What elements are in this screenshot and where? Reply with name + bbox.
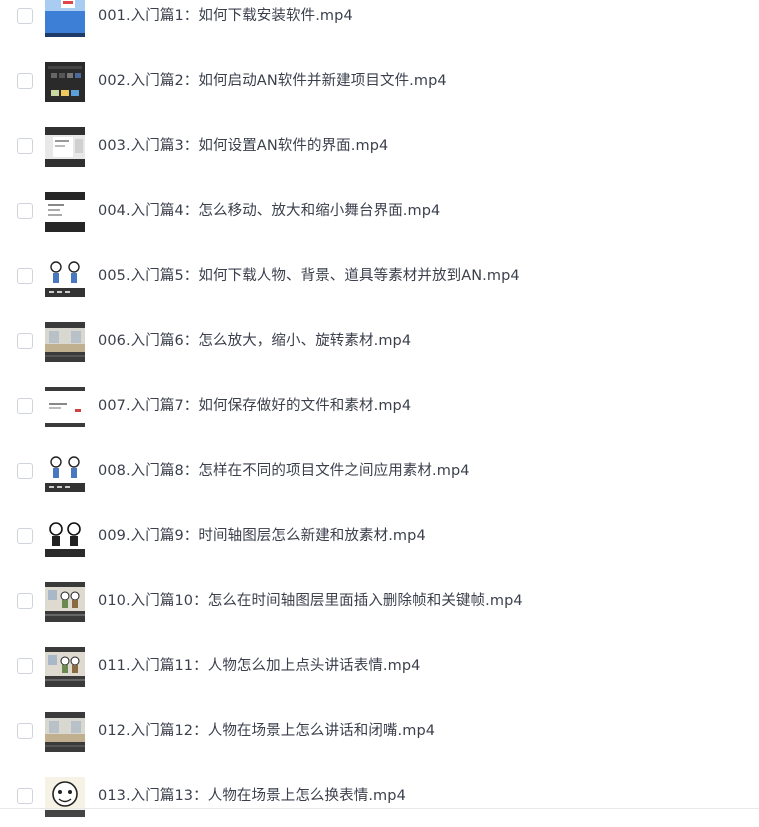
video-thumbnail[interactable]: [45, 62, 85, 102]
file-row[interactable]: 002.入门篇2：如何启动AN软件并新建项目文件.mp4: [0, 47, 759, 112]
video-thumbnail[interactable]: [45, 712, 85, 752]
file-name[interactable]: 002.入门篇2：如何启动AN软件并新建项目文件.mp4: [98, 72, 447, 90]
file-name[interactable]: 013.入门篇13：人物在场景上怎么换表情.mp4: [98, 787, 406, 805]
file-row[interactable]: 005.入门篇5：如何下载人物、背景、道具等素材并放到AN.mp4: [0, 242, 759, 307]
file-name[interactable]: 004.入门篇4：怎么移动、放大和缩小舞台界面.mp4: [98, 202, 440, 220]
file-name[interactable]: 012.入门篇12：人物在场景上怎么讲话和闭嘴.mp4: [98, 722, 435, 740]
file-name[interactable]: 011.入门篇11：人物怎么加上点头讲话表情.mp4: [98, 657, 421, 675]
select-checkbox[interactable]: [17, 333, 33, 349]
select-checkbox[interactable]: [17, 463, 33, 479]
video-thumbnail[interactable]: [45, 0, 85, 37]
select-checkbox[interactable]: [17, 8, 33, 24]
video-thumbnail[interactable]: [45, 452, 85, 492]
file-name[interactable]: 003.入门篇3：如何设置AN软件的界面.mp4: [98, 137, 388, 155]
file-row[interactable]: 003.入门篇3：如何设置AN软件的界面.mp4: [0, 112, 759, 177]
file-name[interactable]: 007.入门篇7：如何保存做好的文件和素材.mp4: [98, 397, 411, 415]
file-name[interactable]: 005.入门篇5：如何下载人物、背景、道具等素材并放到AN.mp4: [98, 267, 520, 285]
file-row[interactable]: 010.入门篇10：怎么在时间轴图层里面插入删除帧和关键帧.mp4: [0, 567, 759, 632]
select-checkbox[interactable]: [17, 73, 33, 89]
select-checkbox[interactable]: [17, 723, 33, 739]
file-row[interactable]: 011.入门篇11：人物怎么加上点头讲话表情.mp4: [0, 632, 759, 697]
select-checkbox[interactable]: [17, 268, 33, 284]
file-row[interactable]: 006.入门篇6：怎么放大，缩小、旋转素材.mp4: [0, 307, 759, 372]
file-row[interactable]: 004.入门篇4：怎么移动、放大和缩小舞台界面.mp4: [0, 177, 759, 242]
video-thumbnail[interactable]: [45, 517, 85, 557]
file-row[interactable]: 007.入门篇7：如何保存做好的文件和素材.mp4: [0, 372, 759, 437]
video-thumbnail[interactable]: [45, 387, 85, 427]
divider: [0, 808, 759, 809]
select-checkbox[interactable]: [17, 398, 33, 414]
file-name[interactable]: 008.入门篇8：怎样在不同的项目文件之间应用素材.mp4: [98, 462, 470, 480]
file-name[interactable]: 006.入门篇6：怎么放大，缩小、旋转素材.mp4: [98, 332, 411, 350]
video-thumbnail[interactable]: [45, 647, 85, 687]
file-name[interactable]: 010.入门篇10：怎么在时间轴图层里面插入删除帧和关键帧.mp4: [98, 592, 523, 610]
file-row[interactable]: 012.入门篇12：人物在场景上怎么讲话和闭嘴.mp4: [0, 697, 759, 762]
video-thumbnail[interactable]: [45, 322, 85, 362]
video-thumbnail[interactable]: [45, 192, 85, 232]
file-row[interactable]: 001.入门篇1：如何下载安装软件.mp4: [0, 0, 759, 47]
file-name[interactable]: 009.入门篇9：时间轴图层怎么新建和放素材.mp4: [98, 527, 426, 545]
file-list: 001.入门篇1：如何下载安装软件.mp4 002.入门篇2：如何启动AN软件并…: [0, 0, 759, 827]
file-row[interactable]: 008.入门篇8：怎样在不同的项目文件之间应用素材.mp4: [0, 437, 759, 502]
select-checkbox[interactable]: [17, 203, 33, 219]
video-thumbnail[interactable]: [45, 582, 85, 622]
file-name[interactable]: 001.入门篇1：如何下载安装软件.mp4: [98, 7, 353, 25]
video-thumbnail[interactable]: [45, 127, 85, 167]
file-row[interactable]: 013.入门篇13：人物在场景上怎么换表情.mp4: [0, 762, 759, 827]
select-checkbox[interactable]: [17, 788, 33, 804]
select-checkbox[interactable]: [17, 138, 33, 154]
video-thumbnail[interactable]: [45, 777, 85, 817]
select-checkbox[interactable]: [17, 593, 33, 609]
file-row[interactable]: 009.入门篇9：时间轴图层怎么新建和放素材.mp4: [0, 502, 759, 567]
select-checkbox[interactable]: [17, 658, 33, 674]
video-thumbnail[interactable]: [45, 257, 85, 297]
select-checkbox[interactable]: [17, 528, 33, 544]
